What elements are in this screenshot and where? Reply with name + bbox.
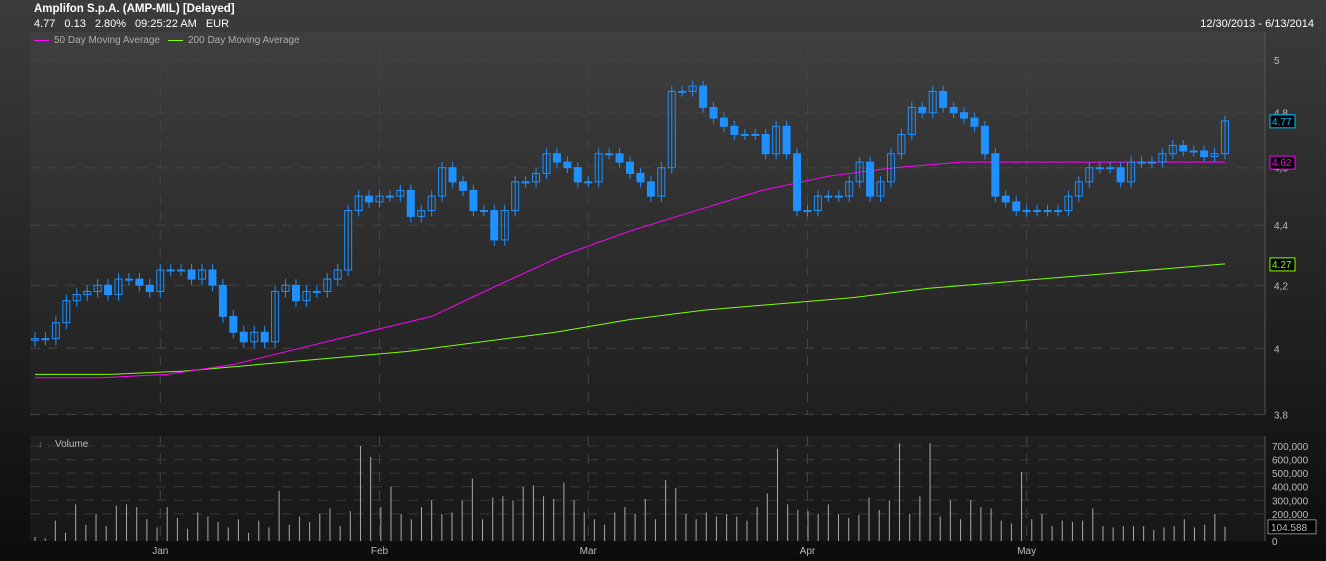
candle: [458, 181, 467, 191]
y-tick-label: 4,4: [1274, 221, 1288, 232]
candle: [218, 284, 227, 317]
volume-tick-label: 600,000: [1272, 456, 1309, 467]
price-tag: 4.77: [1272, 117, 1292, 128]
candle: [1106, 167, 1115, 170]
candle: [177, 269, 186, 272]
candle: [626, 161, 634, 174]
candle: [1043, 210, 1052, 213]
volume-last-label: 104.588: [1271, 523, 1308, 534]
candle: [709, 106, 718, 119]
volume-collapse-icon: ↓: [38, 439, 43, 449]
candle: [980, 125, 989, 155]
candle: [385, 195, 394, 198]
candle: [145, 284, 154, 292]
candle: [1137, 161, 1146, 164]
candle: [793, 153, 802, 212]
candle: [490, 210, 499, 241]
candle: [104, 284, 113, 296]
candle: [187, 269, 196, 280]
candle: [824, 195, 833, 198]
candle: [291, 284, 300, 302]
candle: [1147, 161, 1156, 164]
ma200-tag: 4.27: [1272, 260, 1292, 271]
candle: [834, 195, 843, 198]
candle: [1022, 210, 1031, 213]
x-tick-label: May: [1017, 546, 1036, 557]
y-tick-label: 4,2: [1274, 281, 1288, 292]
candle: [448, 167, 457, 183]
candle: [521, 181, 530, 184]
y-tick-label: 5: [1274, 56, 1280, 67]
candle: [605, 153, 614, 156]
candle: [699, 85, 708, 108]
candle: [719, 117, 728, 127]
candle: [365, 195, 374, 203]
candle: [636, 172, 645, 183]
candle: [1179, 144, 1188, 152]
volume-tick-label: 200,000: [1272, 510, 1309, 521]
candle: [1116, 167, 1125, 183]
x-tick-label: Jan: [152, 546, 168, 557]
x-tick-label: Apr: [800, 546, 816, 557]
volume-tick-label: 700,000: [1272, 442, 1309, 453]
candle: [949, 106, 958, 114]
candle: [208, 269, 217, 286]
volume-tick-label: 0: [1272, 537, 1278, 548]
y-tick-label: 4: [1274, 344, 1280, 355]
candle: [803, 210, 812, 213]
x-tick-label: Feb: [371, 546, 389, 557]
candle: [615, 153, 624, 163]
volume-panel: [30, 436, 1265, 541]
candle: [166, 269, 175, 272]
candle: [1053, 210, 1062, 213]
candle: [646, 181, 655, 197]
price-panel: [30, 32, 1265, 415]
candle: [479, 210, 488, 213]
candle: [782, 125, 791, 155]
candle: [991, 153, 1000, 197]
y-tick-label: 3,8: [1274, 411, 1288, 422]
candle: [918, 106, 927, 114]
price-chart[interactable]: 54,84,64,44,243,8JanFebMarAprMay4.774.62…: [0, 0, 1326, 561]
x-tick-label: Mar: [580, 546, 598, 557]
candle: [939, 90, 948, 108]
candle: [229, 315, 238, 333]
volume-tick-label: 400,000: [1272, 483, 1309, 494]
candle: [740, 133, 749, 136]
candle: [960, 112, 969, 119]
candle: [970, 117, 979, 127]
candle: [312, 290, 321, 293]
candle: [135, 278, 144, 286]
candle: [563, 161, 572, 169]
candle: [239, 331, 248, 343]
ma50-tag: 4.62: [1272, 158, 1292, 169]
candle: [1033, 210, 1042, 213]
candle: [866, 161, 875, 197]
volume-tick-label: 500,000: [1272, 469, 1309, 480]
candle: [730, 125, 739, 135]
candle: [469, 189, 478, 212]
candle: [573, 167, 582, 183]
candle: [260, 331, 269, 343]
volume-label: Volume: [55, 439, 89, 450]
candle: [584, 181, 593, 184]
candle: [751, 133, 760, 136]
candle: [41, 338, 50, 341]
candle: [124, 278, 133, 281]
candle: [1189, 150, 1198, 153]
volume-tick-label: 300,000: [1272, 496, 1309, 507]
candle: [761, 133, 770, 155]
candle: [678, 90, 687, 93]
candle: [1200, 150, 1209, 158]
candle: [1001, 195, 1010, 203]
candle: [1012, 201, 1021, 212]
candle: [552, 153, 561, 163]
candle: [1095, 167, 1104, 170]
candle: [406, 189, 415, 217]
